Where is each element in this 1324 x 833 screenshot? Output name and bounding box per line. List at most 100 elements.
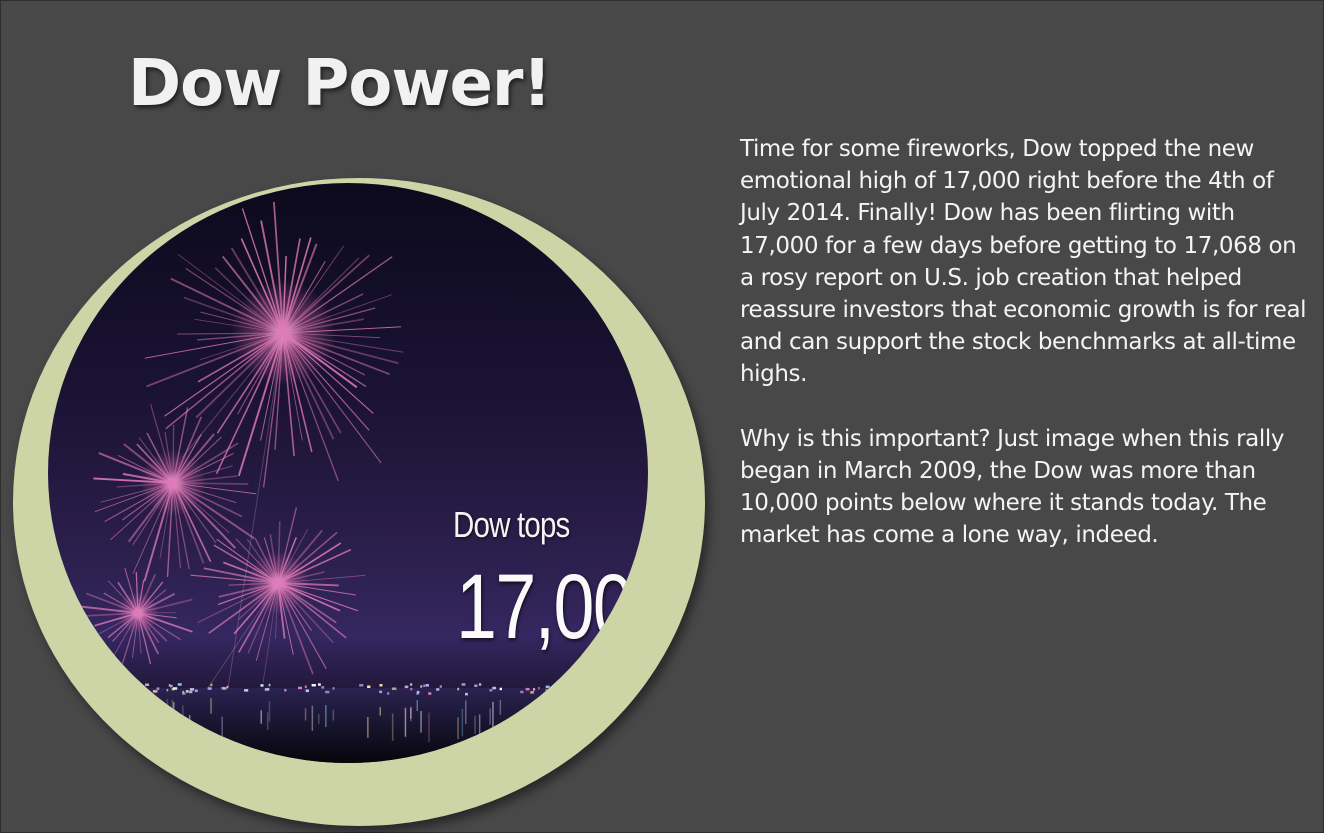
light-reflection <box>122 709 124 739</box>
city-light <box>436 688 440 691</box>
city-light <box>104 692 107 695</box>
city-light <box>465 692 468 696</box>
fireworks-image: Dow tops 17,000 <box>48 183 648 763</box>
city-light <box>474 684 478 687</box>
city-light <box>103 685 105 688</box>
city-light <box>173 687 178 690</box>
light-reflection <box>404 707 407 737</box>
city-light <box>423 684 426 688</box>
city-light <box>545 689 548 692</box>
city-light <box>221 686 225 690</box>
light-reflection <box>465 700 467 724</box>
fireworks-icon <box>48 201 648 763</box>
light-reflection <box>410 706 412 719</box>
paragraph-2: Why is this important? Just image when t… <box>740 425 1285 549</box>
city-light <box>600 692 604 695</box>
city-light <box>99 683 103 686</box>
city-light <box>562 688 564 692</box>
light-reflection <box>99 705 101 730</box>
light-reflection <box>545 712 548 723</box>
city-light <box>311 684 316 687</box>
city-light <box>156 687 160 690</box>
light-reflection <box>461 708 464 737</box>
light-reflection <box>266 712 269 730</box>
light-reflection <box>132 714 134 724</box>
city-light <box>533 688 536 691</box>
light-reflection <box>525 705 528 715</box>
light-reflection <box>304 708 307 721</box>
light-reflection <box>428 712 430 743</box>
light-reflection <box>221 716 223 736</box>
city-light <box>325 690 330 694</box>
city-light <box>210 683 213 687</box>
city-light <box>266 687 270 691</box>
light-reflection <box>156 717 159 744</box>
light-reflection <box>574 698 576 718</box>
overlay-caption-large: 17,000 <box>456 556 648 658</box>
city-light <box>284 689 287 692</box>
city-light <box>404 685 409 689</box>
city-light <box>182 690 185 694</box>
city-light <box>420 685 423 688</box>
slide-title: Dow Power! <box>128 47 552 121</box>
city-light <box>577 686 580 689</box>
light-reflection <box>474 715 476 734</box>
firework-streak <box>172 424 175 484</box>
city-light <box>428 692 432 695</box>
city-light <box>570 683 573 687</box>
light-reflection <box>318 714 320 725</box>
city-light <box>379 684 383 687</box>
city-light <box>492 686 497 690</box>
city-light <box>387 692 390 695</box>
city-light <box>321 686 325 689</box>
city-light <box>318 683 321 686</box>
light-reflection <box>166 699 169 723</box>
city-light <box>152 690 158 693</box>
city-light <box>410 687 413 691</box>
city-light <box>106 688 109 691</box>
light-reflection <box>173 702 175 732</box>
city-light <box>122 687 126 691</box>
city-light <box>332 687 335 690</box>
city-light <box>520 690 524 694</box>
city-light <box>359 684 364 687</box>
light-reflection <box>533 713 535 737</box>
light-reflection <box>391 713 394 741</box>
city-light <box>188 690 193 694</box>
light-reflection <box>530 717 532 727</box>
city-light <box>457 687 460 691</box>
city-light <box>538 686 540 690</box>
light-reflection <box>311 705 314 731</box>
light-reflection <box>379 707 381 716</box>
city-light <box>574 692 579 696</box>
city-light <box>189 688 195 691</box>
city-light <box>117 684 120 687</box>
city-light <box>391 687 397 690</box>
city-light <box>410 683 413 686</box>
light-reflection <box>188 715 191 724</box>
light-reflection <box>492 701 494 731</box>
city-light <box>177 683 182 686</box>
light-reflection <box>268 701 271 722</box>
city-light <box>545 685 550 689</box>
city-light <box>591 689 594 692</box>
light-reflection <box>332 709 335 721</box>
city-light <box>530 691 534 694</box>
city-light <box>425 684 429 687</box>
city-light <box>478 683 482 686</box>
firework-trail <box>207 582 279 689</box>
city-light <box>166 688 169 692</box>
city-light <box>552 687 554 691</box>
city-light <box>185 690 189 693</box>
city-light <box>416 690 420 694</box>
city-light <box>298 686 302 690</box>
city-light <box>132 683 136 686</box>
city-light <box>260 684 264 687</box>
light-reflection <box>478 714 481 735</box>
light-reflection <box>591 717 593 733</box>
light-reflection <box>182 705 184 727</box>
city-light <box>170 684 173 688</box>
city-light <box>367 685 371 688</box>
light-reflection <box>570 710 573 723</box>
light-reflection <box>577 703 579 730</box>
